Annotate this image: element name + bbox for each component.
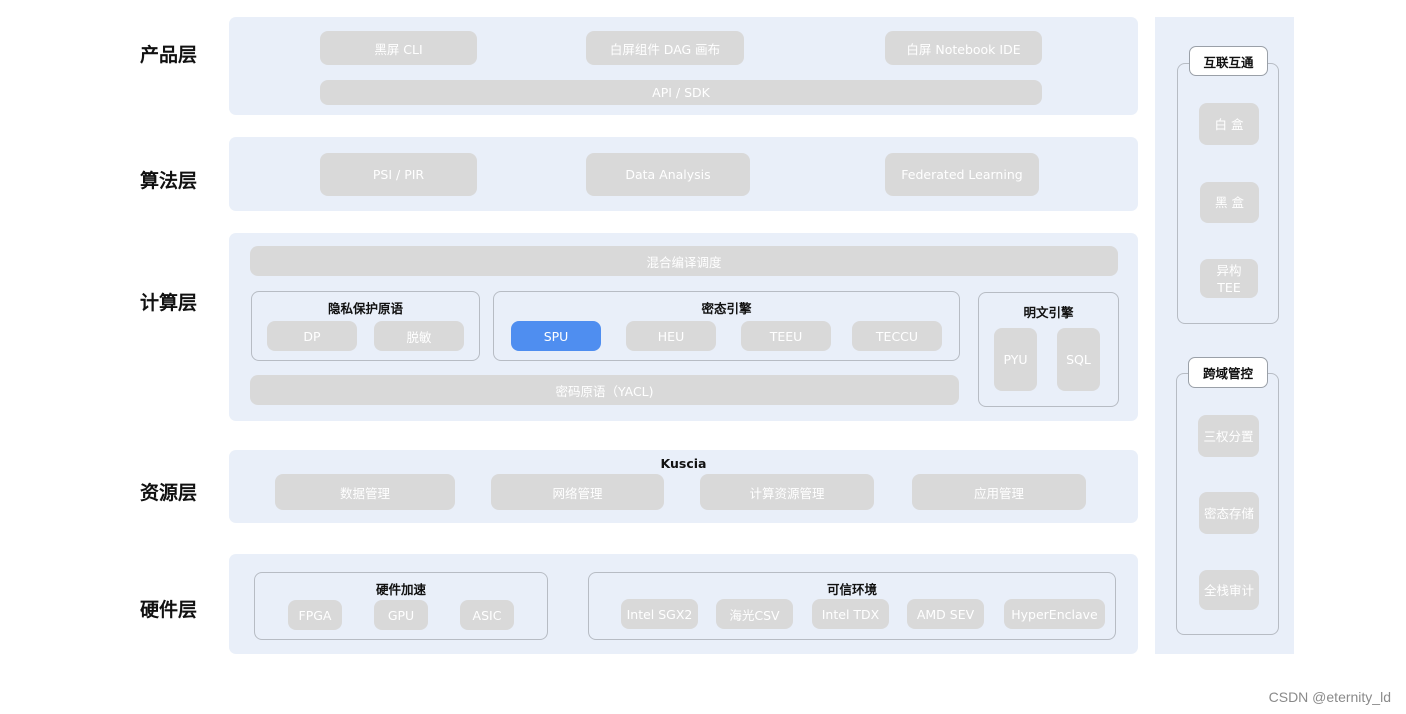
- control-encrypted-storage: 密态存储: [1199, 492, 1259, 534]
- side-column: 互联互通 白 盒 黑 盒 异构 TEE 跨域管控 三权分置 密态存储 全栈审计: [1155, 17, 1294, 654]
- plain-pyu: PYU: [994, 328, 1037, 391]
- cipher-engine-group: 密态引擎 SPU HEU TEEU TECCU: [493, 291, 960, 361]
- plain-engine-title: 明文引擎: [1023, 305, 1074, 320]
- interop-hetero-tee-line2: TEE: [1217, 279, 1241, 295]
- hardware-asic: ASIC: [460, 600, 514, 630]
- plain-engine-group: 明文引擎 PYU SQL: [978, 292, 1119, 407]
- trusted-hyperenclave: HyperEnclave: [1004, 599, 1105, 629]
- product-layer-band: 黑屏 CLI 白屏组件 DAG 画布 白屏 Notebook IDE API /…: [229, 17, 1138, 115]
- algorithm-psi-pir: PSI / PIR: [320, 153, 477, 196]
- kuscia-title: Kuscia: [660, 456, 707, 471]
- interop-title: 互联互通: [1189, 46, 1268, 76]
- hardware-fpga: FPGA: [288, 600, 342, 630]
- hardware-accel-group: 硬件加速 FPGA GPU ASIC: [254, 572, 548, 640]
- privacy-primitives-title: 隐私保护原语: [327, 301, 403, 316]
- layer-label-product: 产品层: [140, 44, 198, 66]
- trusted-env-title: 可信环境: [826, 582, 877, 597]
- resource-app-management: 应用管理: [912, 474, 1086, 510]
- hardware-gpu: GPU: [374, 600, 428, 630]
- cipher-heu: HEU: [626, 321, 716, 351]
- privacy-desensitize: 脱敏: [374, 321, 464, 351]
- product-notebook-ide: 白屏 Notebook IDE: [885, 31, 1042, 65]
- hardware-accel-title: 硬件加速: [375, 582, 426, 597]
- resource-network-management: 网络管理: [491, 474, 664, 510]
- control-title: 跨域管控: [1188, 357, 1268, 388]
- resource-compute-management: 计算资源管理: [700, 474, 874, 510]
- cipher-teccu: TECCU: [852, 321, 942, 351]
- trusted-intel-sgx2: Intel SGX2: [621, 599, 698, 629]
- control-separation: 三权分置: [1198, 415, 1259, 457]
- resource-data-management: 数据管理: [275, 474, 455, 510]
- interop-white-box: 白 盒: [1199, 103, 1259, 145]
- interop-hetero-tee: 异构 TEE: [1200, 259, 1258, 298]
- layer-label-resource: 资源层: [140, 482, 198, 504]
- trusted-env-group: 可信环境 Intel SGX2 海光CSV Intel TDX AMD SEV …: [588, 572, 1116, 640]
- cipher-engine-title: 密态引擎: [701, 301, 752, 316]
- privacy-primitives-group: 隐私保护原语 DP 脱敏: [251, 291, 480, 361]
- watermark: CSDN @eternity_ld: [1268, 689, 1391, 705]
- layer-label-compute: 计算层: [140, 292, 198, 314]
- hardware-layer-band: 硬件加速 FPGA GPU ASIC 可信环境 Intel SGX2 海光CSV…: [229, 554, 1138, 654]
- cipher-spu: SPU: [511, 321, 601, 351]
- layer-label-algorithm: 算法层: [140, 170, 198, 192]
- compute-layer-band: 混合编译调度 隐私保护原语 DP 脱敏 密态引擎 SPU HEU TEEU TE…: [229, 233, 1138, 421]
- trusted-intel-tdx: Intel TDX: [812, 599, 889, 629]
- product-dag-canvas: 白屏组件 DAG 画布: [586, 31, 744, 65]
- cipher-teeu: TEEU: [741, 321, 831, 351]
- layer-label-hardware: 硬件层: [140, 599, 198, 621]
- trusted-hygon-csv: 海光CSV: [716, 599, 793, 629]
- control-full-audit: 全栈审计: [1199, 570, 1259, 610]
- algorithm-layer-band: PSI / PIR Data Analysis Federated Learni…: [229, 137, 1138, 211]
- algorithm-data-analysis: Data Analysis: [586, 153, 750, 196]
- trusted-amd-sev: AMD SEV: [907, 599, 984, 629]
- algorithm-federated-learning: Federated Learning: [885, 153, 1039, 196]
- privacy-dp: DP: [267, 321, 357, 351]
- resource-layer-band: Kuscia 数据管理 网络管理 计算资源管理 应用管理: [229, 450, 1138, 523]
- interop-black-box: 黑 盒: [1200, 182, 1259, 223]
- interop-hetero-tee-line1: 异构: [1216, 262, 1242, 278]
- compute-scheduler: 混合编译调度: [250, 246, 1118, 276]
- plain-sql: SQL: [1057, 328, 1100, 391]
- product-cli: 黑屏 CLI: [320, 31, 477, 65]
- compute-yacl: 密码原语（YACL): [250, 375, 959, 405]
- product-api-sdk: API / SDK: [320, 80, 1042, 105]
